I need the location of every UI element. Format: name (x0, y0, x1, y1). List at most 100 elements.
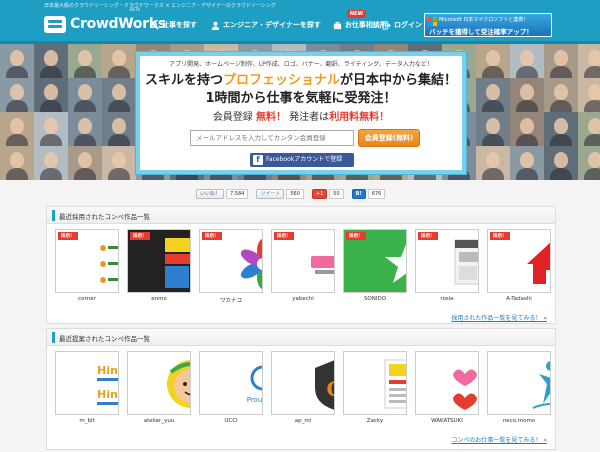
microsoft-logo-icon (428, 17, 437, 26)
list-item[interactable]: 採用！ A-Tadashi (487, 229, 551, 304)
work-author[interactable]: enmo (127, 296, 191, 302)
list-item[interactable]: Zacky (343, 351, 407, 424)
email-input[interactable] (190, 130, 354, 146)
reg-free-1: 無料！ (256, 112, 286, 123)
facebook-icon: f (253, 155, 263, 165)
work-thumbnail[interactable]: Proud Inc (199, 351, 263, 415)
proposed-works-list: Hinode Hinode m_bit atelier_yuu Proud In… (55, 351, 559, 424)
hatena-bookmark[interactable]: B! 676 (351, 189, 386, 199)
list-item[interactable]: G ap_mi (271, 351, 335, 424)
work-author[interactable]: yabechi (271, 296, 335, 302)
member-photo (102, 78, 136, 112)
adopted-more-link[interactable]: 採用された作品一覧を見てみる！ » (451, 313, 547, 322)
ms-banner-line2: バッチを獲得して受注確率アップ！ (429, 28, 533, 36)
work-author[interactable]: rosie (415, 296, 479, 302)
work-author[interactable]: ap_mi (271, 418, 335, 424)
work-thumbnail[interactable]: 採用！ (415, 229, 479, 293)
work-author[interactable]: WAKATSUKI (415, 418, 479, 424)
shield-logo-art: G (315, 360, 334, 410)
member-photo (34, 78, 68, 112)
work-thumbnail[interactable]: 採用！ (127, 229, 191, 293)
adopted-section-title: 最近採用されたコンペ作品一覧 (59, 213, 150, 221)
member-photo (578, 112, 600, 146)
register-button[interactable]: 会員登録(無料) (358, 129, 420, 147)
list-item[interactable]: Proud Inc UCCI (199, 351, 263, 424)
member-photo (102, 112, 136, 146)
work-author[interactable]: UCCI (199, 418, 263, 424)
flyer-art (165, 238, 190, 288)
adopted-ribbon: 採用！ (274, 232, 294, 240)
member-photo (0, 146, 34, 180)
tweet[interactable]: ツイート 560 (256, 189, 304, 199)
adopted-ribbon: 採用！ (490, 232, 510, 240)
flyer-art (384, 359, 406, 409)
google-plus-button[interactable]: +1 (311, 189, 328, 199)
crowdworks-logo-icon (44, 15, 66, 33)
work-author[interactable]: neco.momo (487, 418, 551, 424)
work-author[interactable]: ワカナコ (199, 296, 263, 304)
adopted-works-section: 最近採用されたコンペ作品一覧 採用！ corner 採用！ enmo 採用！ ワ… (46, 206, 556, 324)
list-item[interactable]: atelier_yuu (127, 351, 191, 424)
list-item[interactable]: Hinode Hinode m_bit (55, 351, 119, 424)
google-plus[interactable]: +1 50 (311, 189, 344, 199)
list-item[interactable]: 採用！ ワカナコ (199, 229, 263, 304)
hero-headline-pre: スキルを持つ (144, 73, 223, 88)
nav-find-jobs[interactable]: 仕事を探す (150, 20, 197, 30)
hero-headline-accent: プロフェッショナル (222, 73, 340, 88)
list-item[interactable]: 採用！ enmo (127, 229, 191, 304)
list-item[interactable]: WAKATSUKI (415, 351, 479, 424)
work-thumbnail[interactable] (487, 351, 551, 415)
work-author[interactable]: Zacky (343, 418, 407, 424)
adopted-works-list: 採用！ corner 採用！ enmo 採用！ ワカナコ 採用！ yabechi… (55, 229, 559, 304)
facebook-like-button[interactable]: いいね！ (196, 189, 225, 199)
member-photo (102, 146, 136, 180)
new-badge: NEW (346, 10, 366, 18)
list-item[interactable]: 採用！ corner (55, 229, 119, 304)
member-photo (510, 78, 544, 112)
work-thumbnail[interactable] (343, 351, 407, 415)
member-photo (544, 146, 578, 180)
login-link[interactable]: ログイン (382, 20, 422, 30)
tweet-button[interactable]: ツイート (256, 189, 285, 199)
proposed-section-title: 最近提案されたコンペ作品一覧 (59, 335, 150, 343)
work-author[interactable]: atelier_yuu (127, 418, 191, 424)
webpage-mockup-art (454, 239, 478, 285)
microsoft-badge-banner[interactable]: Microsoft 日本マイクロソフトと連携！ バッチを獲得して受注確率アップ！ (424, 13, 552, 37)
work-author[interactable]: A-Tadashi (487, 296, 551, 302)
nav-find-engineers[interactable]: エンジニア・デザイナーを探す (211, 20, 321, 30)
logo[interactable]: CrowdWorks (44, 13, 166, 35)
work-thumbnail[interactable]: 採用！ (487, 229, 551, 293)
work-author[interactable]: SONIDO (343, 296, 407, 302)
list-item[interactable]: 採用！ yabechi (271, 229, 335, 304)
work-thumbnail[interactable]: Hinode Hinode (55, 351, 119, 415)
work-thumbnail[interactable]: 採用！ (55, 229, 119, 293)
list-item[interactable]: 採用！ rosie (415, 229, 479, 304)
hatena-bookmark-button[interactable]: B! (351, 189, 366, 199)
member-photo (68, 44, 102, 78)
work-thumbnail[interactable]: 採用！ (343, 229, 407, 293)
work-thumbnail[interactable] (127, 351, 191, 415)
nav-consult[interactable]: NEW お仕事相談所 (333, 10, 387, 30)
work-thumbnail[interactable] (415, 351, 479, 415)
facebook-like[interactable]: いいね！ 7,584 (196, 189, 249, 199)
adopted-ribbon: 採用！ (346, 232, 366, 240)
list-item[interactable]: neco.momo (487, 351, 551, 424)
proposed-more-link[interactable]: コンペのお仕事一覧を見てみる！ » (451, 435, 547, 444)
hero-headline: スキルを持つプロフェッショナルが日本中から集結！ (140, 69, 462, 88)
work-thumbnail[interactable]: G (271, 351, 335, 415)
member-photo (0, 44, 34, 78)
logo-sheet-art (100, 245, 118, 283)
login-label: ログイン (394, 21, 422, 29)
work-thumbnail[interactable]: 採用！ (271, 229, 335, 293)
nav-find-jobs-label: 仕事を探す (162, 21, 197, 29)
work-thumbnail[interactable]: 採用！ (199, 229, 263, 293)
list-item[interactable]: 採用！ SONIDO (343, 229, 407, 304)
member-photo (476, 146, 510, 180)
member-photo (0, 78, 34, 112)
facebook-register-button[interactable]: f Facebookアカウントで登録 (250, 153, 354, 167)
work-author[interactable]: corner (55, 296, 119, 302)
work-author[interactable]: m_bit (55, 418, 119, 424)
proposed-works-section: 最近提案されたコンペ作品一覧 Hinode Hinode m_bit ateli… (46, 328, 556, 450)
member-photo (510, 44, 544, 78)
hinode-text-top: Hinode (97, 364, 119, 377)
